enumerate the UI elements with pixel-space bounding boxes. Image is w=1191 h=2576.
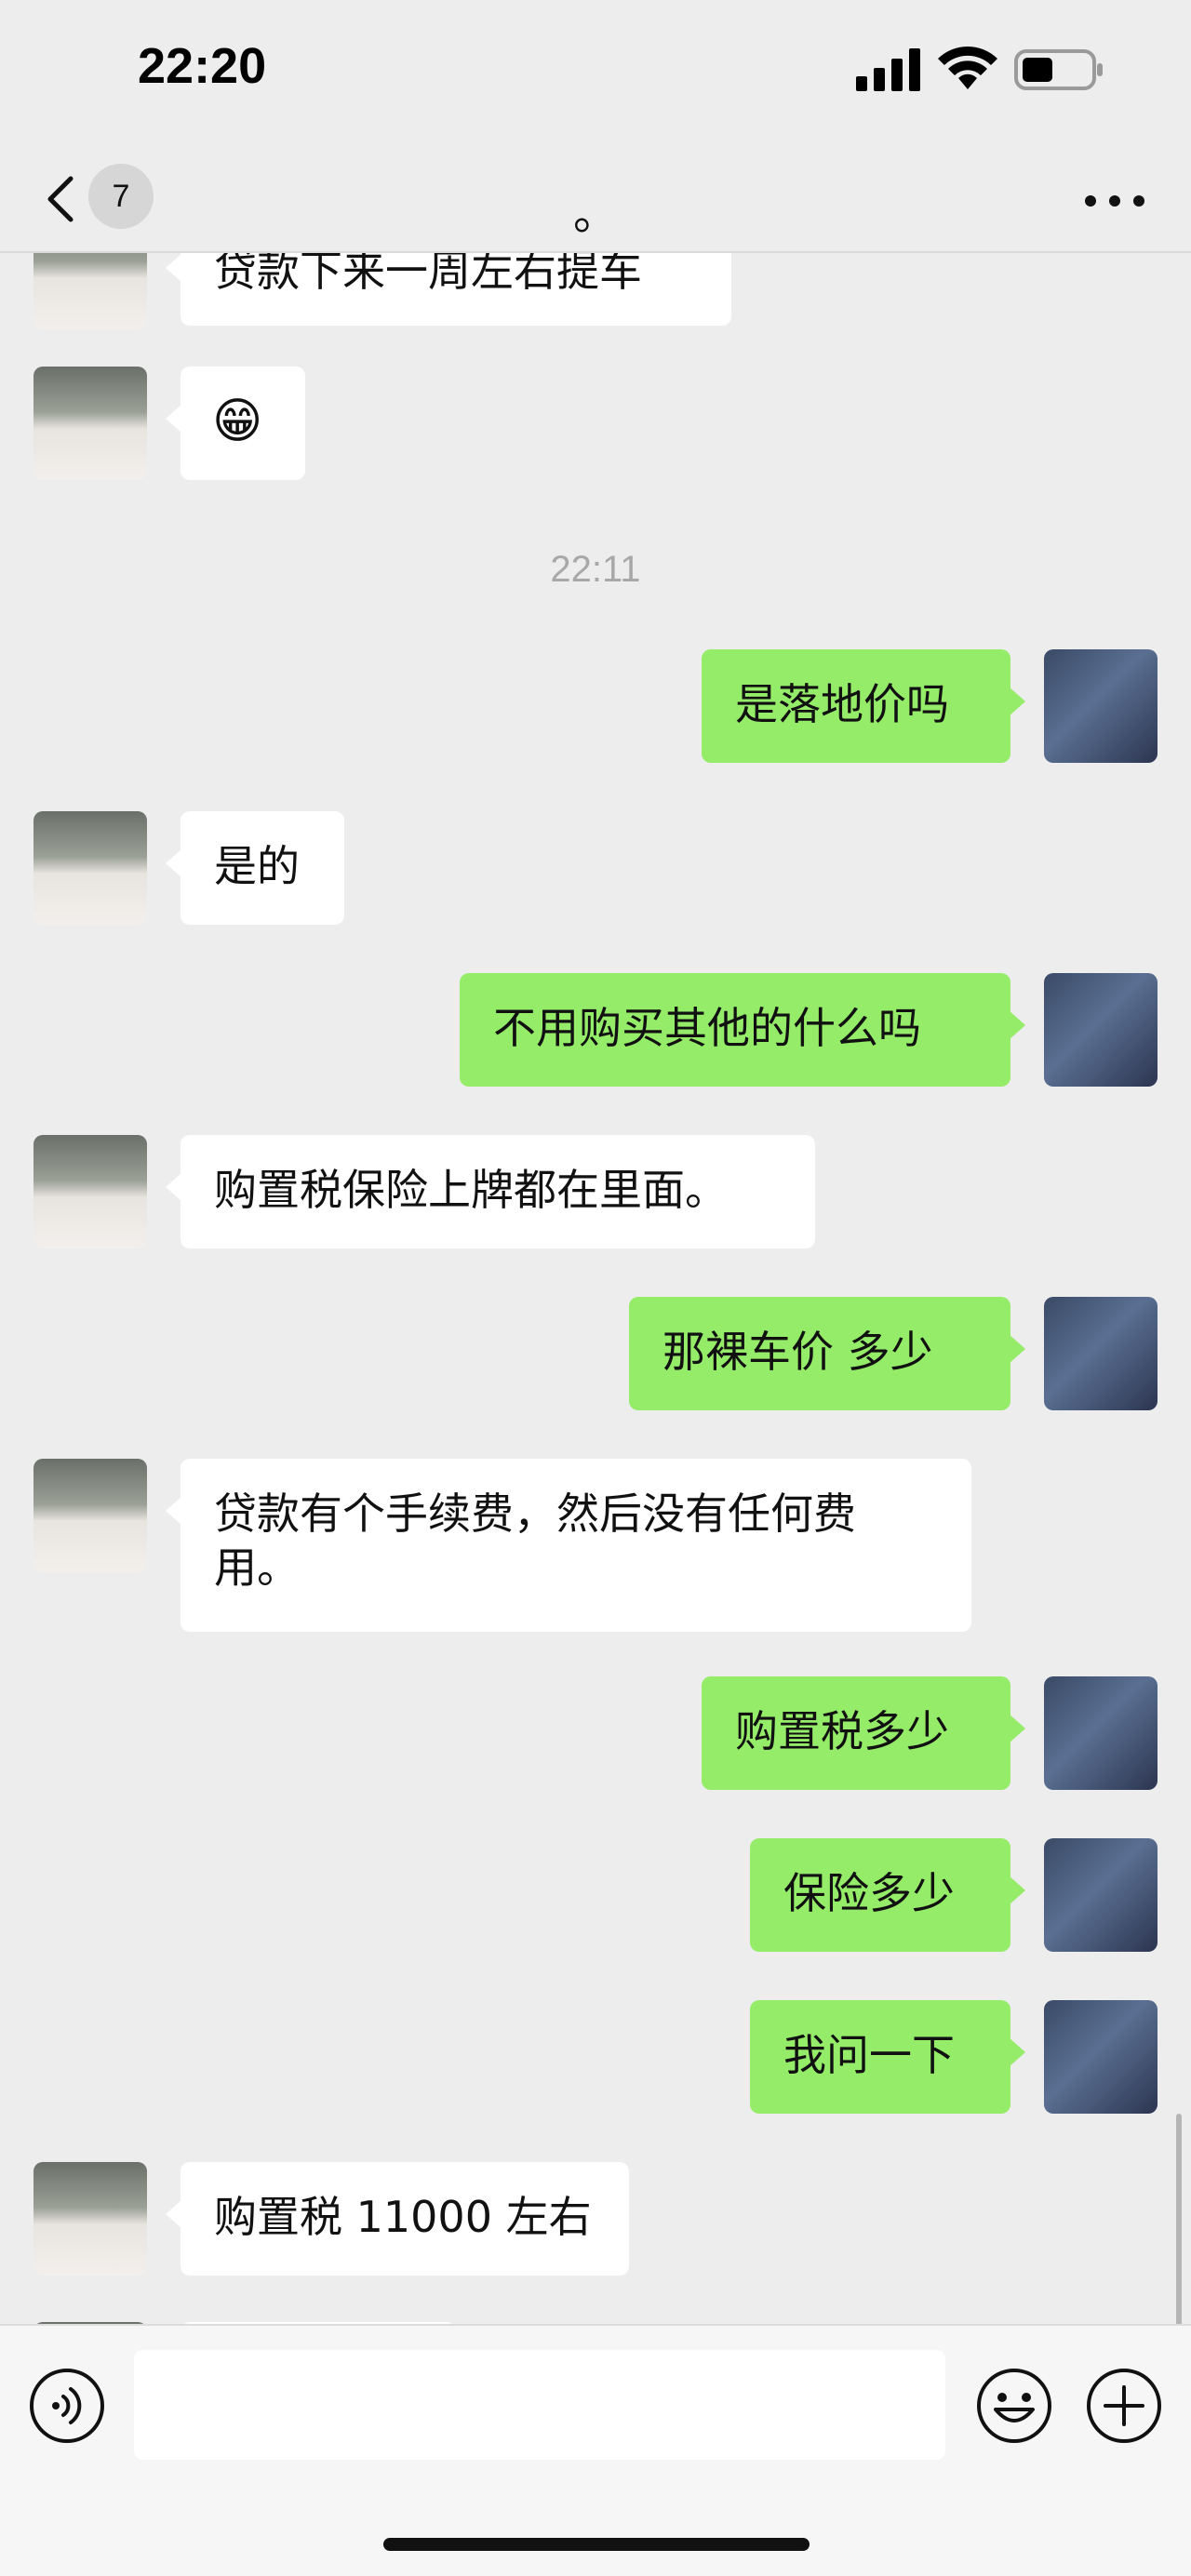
- chat-title: 。: [572, 188, 618, 240]
- message-text: 是落地价吗: [735, 679, 949, 729]
- chat-header: 7 。: [0, 140, 1191, 253]
- incoming-message[interactable]: 贷款有个手续费，然后没有任何费 用。: [166, 1459, 971, 1632]
- message-timestamp: 22:11: [550, 549, 641, 590]
- message-text: 贷款下来一周左右提车: [214, 253, 642, 296]
- message-text: 我问一下: [783, 2030, 955, 2080]
- contact-avatar[interactable]: [33, 253, 147, 329]
- message-input[interactable]: [134, 2350, 945, 2460]
- incoming-message[interactable]: 贷款下来一周左右提车: [166, 253, 731, 326]
- message-text-line: 贷款有个手续费，然后没有任何费: [214, 1488, 856, 1539]
- outgoing-message[interactable]: 购置税多少: [702, 1676, 1025, 1790]
- message-text: 那裸车价 多少: [662, 1327, 933, 1377]
- plus-icon[interactable]: [1085, 2367, 1163, 2445]
- my-avatar[interactable]: [1044, 973, 1158, 1087]
- message-text-line: 用。: [214, 1542, 300, 1593]
- status-time: 22:20: [138, 38, 267, 94]
- wifi-icon: [938, 47, 997, 89]
- outgoing-message[interactable]: 保险多少: [750, 1838, 1025, 1952]
- incoming-message[interactable]: 购置税保险上牌都在里面。: [166, 1135, 815, 1248]
- message-text: 购置税多少: [735, 1706, 949, 1756]
- incoming-message[interactable]: 购置税 11000 左右: [166, 2162, 629, 2276]
- incoming-message[interactable]: 😁: [166, 367, 305, 480]
- message-text: 不用购买其他的什么吗: [493, 1003, 921, 1053]
- scrollbar[interactable]: [1176, 2114, 1182, 2324]
- message-text: 保险多少: [783, 1868, 955, 1918]
- contact-avatar[interactable]: [33, 367, 147, 480]
- outgoing-message[interactable]: 那裸车价 多少: [629, 1297, 1025, 1410]
- cellular-signal-icon: [856, 48, 920, 91]
- outgoing-message[interactable]: 不用购买其他的什么吗: [460, 973, 1025, 1087]
- my-avatar[interactable]: [1044, 1297, 1158, 1410]
- contact-avatar[interactable]: [33, 1459, 147, 1572]
- message-text: 😁: [212, 394, 263, 449]
- contact-avatar[interactable]: [33, 811, 147, 925]
- battery-icon: [1014, 49, 1103, 90]
- my-avatar[interactable]: [1044, 649, 1158, 763]
- more-options-button[interactable]: [1079, 177, 1150, 223]
- my-avatar[interactable]: [1044, 1676, 1158, 1790]
- message-text: 购置税 11000 左右: [214, 2192, 592, 2242]
- outgoing-message[interactable]: 是落地价吗: [702, 649, 1025, 763]
- emoji-icon[interactable]: [975, 2367, 1053, 2445]
- message-text: 是的: [214, 841, 300, 891]
- my-avatar[interactable]: [1044, 1838, 1158, 1952]
- message-list[interactable]: 贷款下来一周左右提车 😁 22:11 是落地价吗 是的 不用购买其他的什么吗 购…: [0, 253, 1191, 2324]
- incoming-message[interactable]: 是的: [166, 811, 344, 925]
- contact-avatar[interactable]: [33, 1135, 147, 1248]
- outgoing-message[interactable]: 我问一下: [750, 2000, 1025, 2114]
- my-avatar[interactable]: [1044, 2000, 1158, 2114]
- home-indicator[interactable]: [383, 2538, 810, 2551]
- contact-avatar[interactable]: [33, 2162, 147, 2276]
- message-text: 购置税保险上牌都在里面。: [214, 1165, 728, 1215]
- status-bar: 22:20: [0, 0, 1191, 140]
- voice-icon[interactable]: [28, 2367, 106, 2445]
